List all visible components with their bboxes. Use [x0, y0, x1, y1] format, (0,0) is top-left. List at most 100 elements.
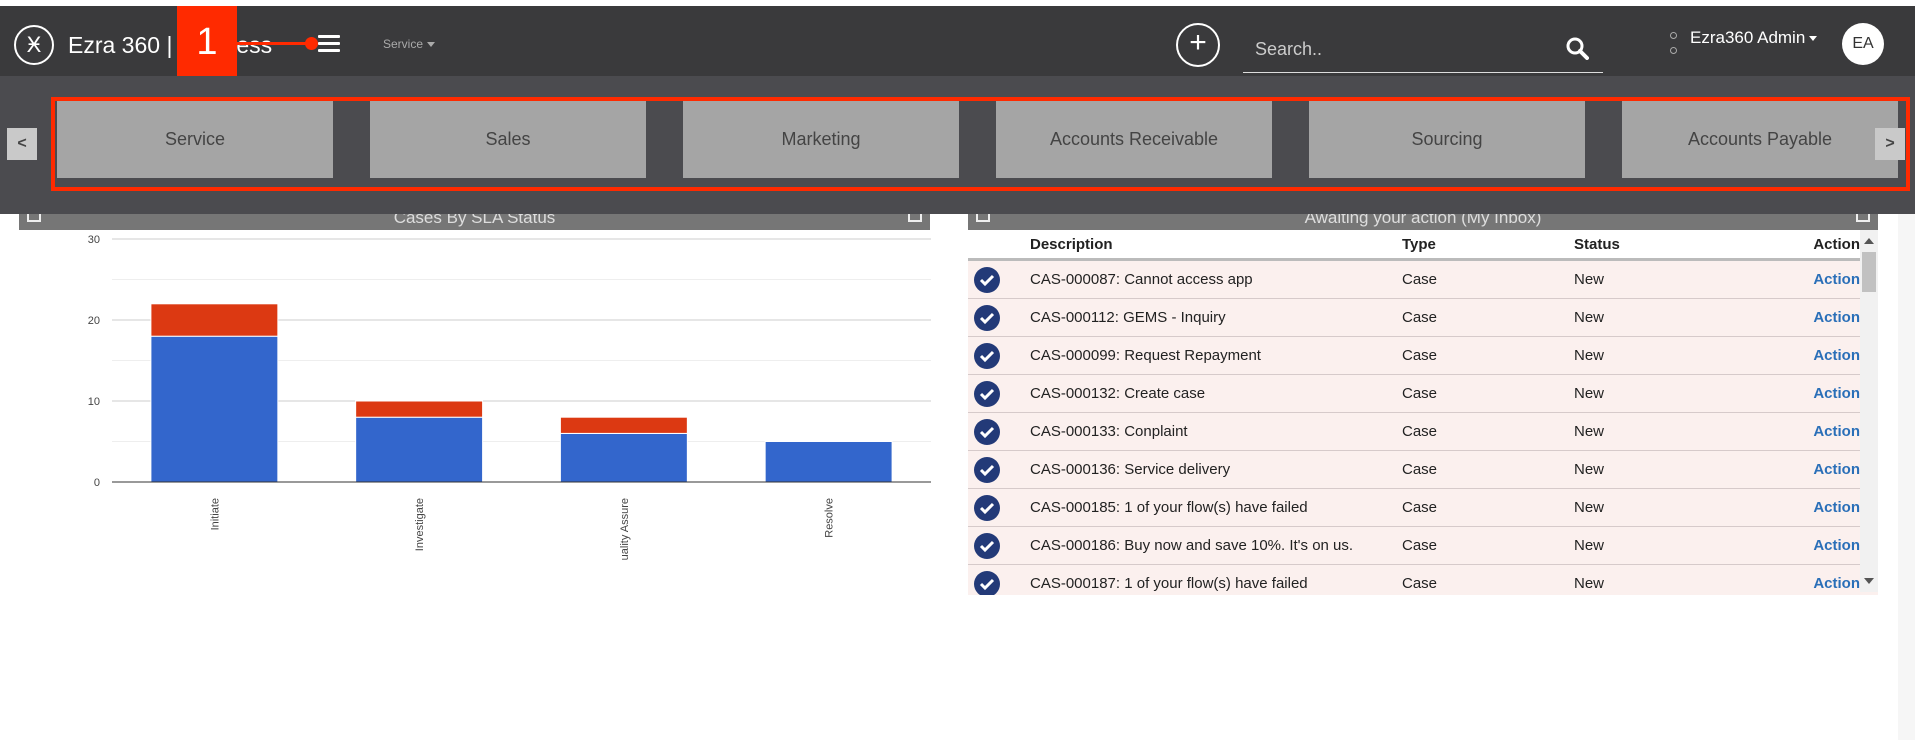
chart-panel-title: Cases By SLA Status: [393, 214, 556, 227]
maximize-icon[interactable]: [1856, 214, 1870, 222]
bar-segment: [559, 416, 688, 434]
row-status: New: [1574, 526, 1764, 565]
row-status: New: [1574, 374, 1764, 413]
bar-segment: [355, 416, 484, 483]
row-type: Case: [1402, 259, 1574, 299]
row-check-cell: [968, 450, 1030, 489]
service-dropdown[interactable]: Service: [383, 37, 436, 51]
search-box: [1243, 28, 1603, 73]
row-description: CAS-000187: 1 of your flow(s) have faile…: [1030, 564, 1402, 595]
table-header-row: Description Type Status Action: [968, 230, 1878, 261]
row-description: CAS-000099: Request Repayment: [1030, 336, 1402, 375]
row-description: CAS-000185: 1 of your flow(s) have faile…: [1030, 488, 1402, 527]
row-type: Case: [1402, 412, 1574, 451]
row-status: New: [1574, 488, 1764, 527]
row-status: New: [1574, 259, 1764, 299]
page-scrollbar[interactable]: [1898, 214, 1915, 740]
row-description: CAS-000186: Buy now and save 10%. It's o…: [1030, 526, 1402, 565]
row-description: CAS-000132: Create case: [1030, 374, 1402, 413]
row-status: New: [1574, 298, 1764, 337]
maximize-icon[interactable]: [908, 214, 922, 222]
table-row[interactable]: CAS-000185: 1 of your flow(s) have faile…: [968, 488, 1878, 527]
check-circle-icon[interactable]: [974, 342, 1000, 369]
check-circle-icon[interactable]: [974, 494, 1000, 521]
table-row[interactable]: CAS-000099: Request Repayment Case New Acti…: [968, 336, 1878, 375]
col-description[interactable]: Description: [1030, 230, 1402, 261]
y-tick-label: 30: [88, 234, 100, 246]
table-row[interactable]: CAS-000133: Conplaint Case New Action: [968, 412, 1878, 451]
table-row[interactable]: CAS-000136: Service delivery Case New Actio…: [968, 450, 1878, 489]
row-description: CAS-000112: GEMS - Inquiry: [1030, 298, 1402, 337]
y-tick-label: 10: [88, 396, 100, 408]
sla-chart-svg: 0 10 20 30 Initiate Investigate Quality Assure…: [88, 234, 931, 569]
logo-icon[interactable]: Ӿ: [14, 25, 54, 65]
caret-down-icon: [1809, 36, 1818, 42]
bar-segment: [150, 335, 279, 483]
search-icon[interactable]: [1565, 36, 1589, 60]
table-row[interactable]: CAS-000187: 1 of your flow(s) have faile…: [968, 564, 1878, 595]
tiles-prev-button[interactable]: <: [7, 128, 37, 160]
table-row[interactable]: CAS-000186: Buy now and save 10%. It's o…: [968, 526, 1878, 565]
x-tick-label: Initiate: [209, 498, 221, 530]
check-circle-icon[interactable]: [974, 380, 1000, 407]
table-row[interactable]: CAS-000087: Cannot access app Case New Acti…: [968, 259, 1878, 299]
user-menu[interactable]: Ezra360 Admin: [1690, 28, 1818, 48]
app-title: Ezra 360 | Business: [68, 32, 273, 58]
search-input[interactable]: [1243, 28, 1557, 70]
check-circle-icon[interactable]: [974, 304, 1000, 331]
row-status: New: [1574, 564, 1764, 595]
check-circle-icon[interactable]: [974, 418, 1000, 445]
col-check: [968, 230, 1030, 261]
bar-segment: [764, 441, 893, 483]
inbox-panel-header: Awaiting your action (My Inbox): [968, 214, 1878, 230]
more-dots-icon[interactable]: [1670, 32, 1677, 62]
row-type: Case: [1402, 298, 1574, 337]
bar-segment: [355, 400, 484, 418]
app-header: Ӿ Ezra 360 | Business 1 Service + Ezra36…: [0, 6, 1915, 82]
inbox-panel-title: Awaiting your action (My Inbox): [1304, 214, 1542, 227]
tiles-highlight-box: [51, 97, 1910, 191]
scroll-down-icon[interactable]: [1864, 578, 1874, 584]
table-row[interactable]: CAS-000112: GEMS - Inquiry Case New Action: [968, 298, 1878, 337]
bar-segment: [559, 432, 688, 483]
row-type: Case: [1402, 450, 1574, 489]
inbox-scrollbar[interactable]: [1860, 230, 1878, 592]
y-tick-label: 0: [94, 477, 100, 489]
y-tick-label: 20: [88, 315, 100, 327]
user-name: Ezra360 Admin: [1690, 28, 1806, 47]
avatar[interactable]: EA: [1842, 23, 1884, 65]
row-type: Case: [1402, 488, 1574, 527]
x-tick-label: Investigate: [414, 498, 426, 551]
menu-icon[interactable]: [318, 35, 340, 53]
check-circle-icon[interactable]: [974, 266, 1000, 293]
table-row[interactable]: CAS-000132: Create case Case New Action: [968, 374, 1878, 413]
row-check-cell: [968, 259, 1030, 299]
add-button[interactable]: +: [1176, 23, 1220, 67]
row-type: Case: [1402, 374, 1574, 413]
check-circle-icon[interactable]: [974, 570, 1000, 595]
row-type: Case: [1402, 336, 1574, 375]
row-check-cell: [968, 412, 1030, 451]
row-status: New: [1574, 450, 1764, 489]
row-description: CAS-000136: Service delivery: [1030, 450, 1402, 489]
x-tick-label: Quality Assure: [619, 498, 631, 560]
col-type[interactable]: Type: [1402, 230, 1574, 261]
check-circle-icon[interactable]: [974, 532, 1000, 559]
row-check-cell: [968, 298, 1030, 337]
col-status[interactable]: Status: [1574, 230, 1764, 261]
step-badge: 1: [177, 6, 237, 82]
row-check-cell: [968, 374, 1030, 413]
row-description: CAS-000133: Conplaint: [1030, 412, 1402, 451]
bar-segment: [150, 303, 279, 337]
service-dropdown-label: Service: [383, 37, 424, 51]
row-description: CAS-000087: Cannot access app: [1030, 259, 1402, 299]
row-type: Case: [1402, 526, 1574, 565]
row-status: New: [1574, 412, 1764, 451]
row-check-cell: [968, 488, 1030, 527]
check-circle-icon[interactable]: [974, 456, 1000, 483]
scroll-thumb[interactable]: [1862, 252, 1876, 292]
step-dot: [305, 37, 318, 50]
scroll-up-icon[interactable]: [1864, 238, 1874, 244]
inbox-table-wrap: Description Type Status Action CAS-00008…: [968, 230, 1878, 595]
caret-down-icon: [427, 42, 436, 48]
